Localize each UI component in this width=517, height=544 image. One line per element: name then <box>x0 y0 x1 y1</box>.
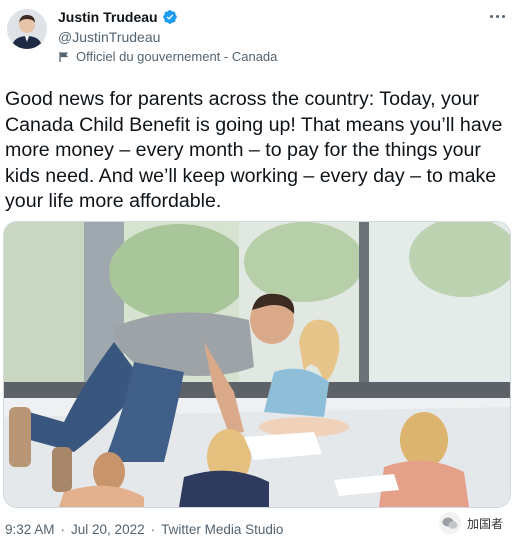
verified-badge-icon <box>162 10 177 24</box>
avatar-image <box>7 9 47 49</box>
tweet-source[interactable]: Twitter Media Studio <box>161 522 283 537</box>
wechat-logo-icon <box>438 512 461 534</box>
watermark: 加国者 <box>438 512 503 534</box>
flag-icon <box>59 51 68 62</box>
more-options-icon[interactable] <box>487 12 507 20</box>
tweet-time[interactable]: 9:32 AM <box>5 522 55 537</box>
government-label[interactable]: Officiel du gouvernement - Canada <box>58 49 277 64</box>
watermark-text: 加国者 <box>466 516 503 531</box>
tweet-media[interactable] <box>3 221 511 508</box>
author-name-row[interactable]: Justin Trudeau <box>58 9 178 25</box>
avatar[interactable] <box>7 9 47 49</box>
separator: · <box>60 522 66 537</box>
government-label-text: Officiel du gouvernement - Canada <box>76 49 278 64</box>
media-photo <box>4 222 510 507</box>
author-name[interactable]: Justin Trudeau <box>58 9 158 25</box>
tweet-text: Good news for parents across the country… <box>5 88 508 212</box>
tweet-footer: 9:32 AM · Jul 20, 2022 · Twitter Media S… <box>5 522 283 537</box>
separator: · <box>150 522 156 537</box>
author-handle[interactable]: @JustinTrudeau <box>58 29 160 45</box>
tweet-date[interactable]: Jul 20, 2022 <box>71 522 145 537</box>
